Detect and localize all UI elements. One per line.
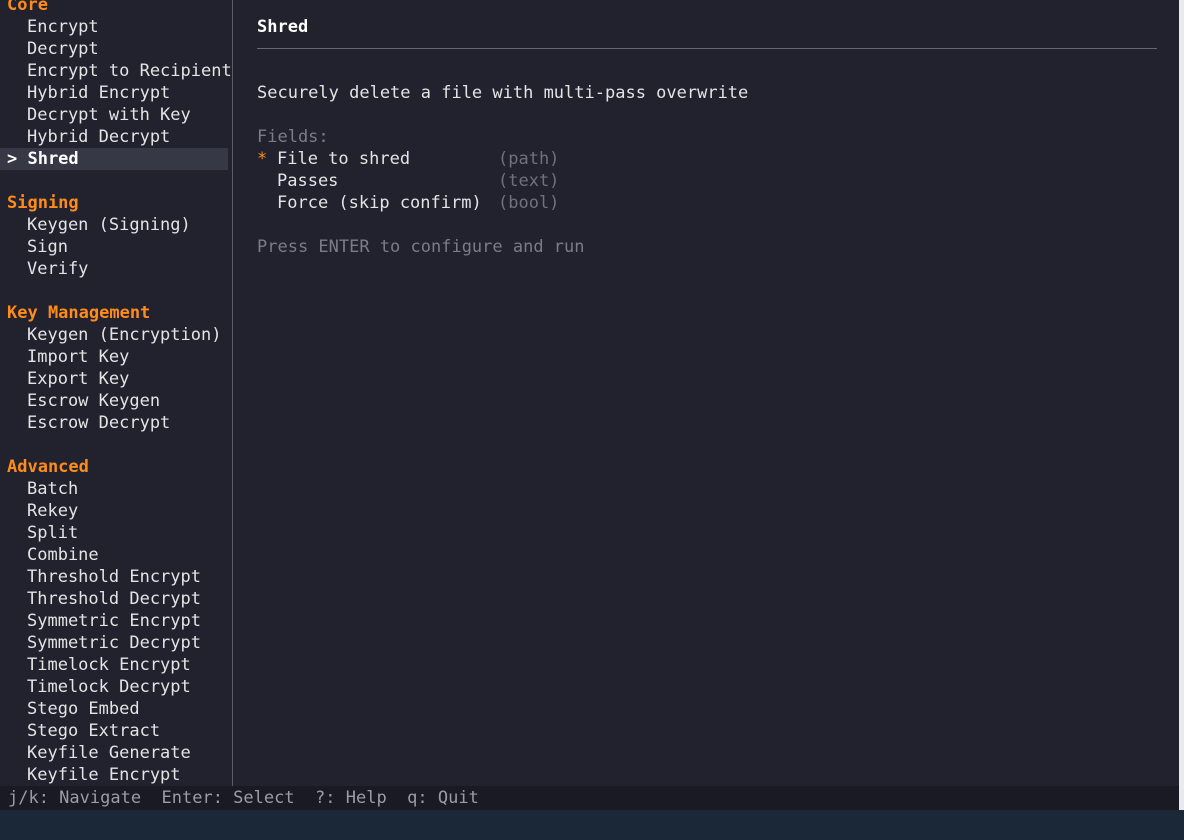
sidebar-item-escrow-decrypt[interactable]: Escrow Decrypt [0,412,228,434]
sidebar-item-hybrid-encrypt[interactable]: Hybrid Encrypt [0,82,228,104]
sidebar-item-import-key[interactable]: Import Key [0,346,228,368]
sidebar-item-batch[interactable]: Batch [0,478,228,500]
sidebar-category-key-management: Key Management [7,303,151,323]
sidebar-item-keyfile-encrypt[interactable]: Keyfile Encrypt [0,764,228,786]
sidebar-item-threshold-decrypt[interactable]: Threshold Decrypt [0,588,228,610]
detail-pane: Shred Securely delete a file with multi-… [257,16,1157,258]
sidebar-item-timelock-decrypt[interactable]: Timelock Decrypt [0,676,228,698]
sidebar-item-combine[interactable]: Combine [0,544,228,566]
sidebar-item-decrypt[interactable]: Decrypt [0,38,228,60]
sidebar-item-threshold-encrypt[interactable]: Threshold Encrypt [0,566,228,588]
terminal-window: Core Encrypt Decrypt Encrypt to Recipient Hy… [0,0,1179,810]
field-type: (path) [498,149,560,169]
sidebar-item-split[interactable]: Split [0,522,228,544]
required-marker [257,170,277,192]
sidebar-item-keygen-encryption[interactable]: Keygen (Encryption) [0,324,228,346]
sidebar-item-symmetric-decrypt[interactable]: Symmetric Decrypt [0,632,228,654]
sidebar-item-timelock-encrypt[interactable]: Timelock Encrypt [0,654,228,676]
detail-description: Securely delete a file with multi-pass o… [257,83,749,103]
sidebar-item-keyfile-generate[interactable]: Keyfile Generate [0,742,228,764]
field-list: * File to shred (path) Passes (text) Force (s… [257,148,1157,214]
sidebar-category-signing: Signing [7,193,79,213]
field-name: Passes [277,171,339,191]
title-rule [257,48,1157,49]
sidebar-category-core: Core [7,0,48,15]
operation-sidebar: Core Encrypt Decrypt Encrypt to Recipient Hy… [0,0,232,786]
sidebar-item-escrow-keygen[interactable]: Escrow Keygen [0,390,228,412]
window-edge [1179,0,1184,810]
required-marker: * [257,149,268,169]
sidebar-item-stego-extract[interactable]: Stego Extract [0,720,228,742]
sidebar-item-export-key[interactable]: Export Key [0,368,228,390]
run-hint: Press ENTER to configure and run [257,237,585,257]
sidebar-item-stego-embed[interactable]: Stego Embed [0,698,228,720]
required-marker [257,192,277,214]
sidebar-category-advanced: Advanced [7,457,89,477]
sidebar-item-encrypt-to-recipient[interactable]: Encrypt to Recipient [0,60,232,82]
sidebar-item-keygen-signing[interactable]: Keygen (Signing) [0,214,228,236]
sidebar-item-rekey[interactable]: Rekey [0,500,228,522]
status-bar: j/k: Navigate Enter: Select ?: Help q: Q… [0,786,1179,810]
sidebar-item-hybrid-decrypt[interactable]: Hybrid Decrypt [0,126,228,148]
field-name: File to shred [277,149,411,169]
field-row: Force (skip confirm) (bool) [257,192,1157,214]
field-row: * File to shred (path) [257,148,1157,170]
desktop-wallpaper [0,810,1184,840]
field-type: (text) [498,171,560,191]
sidebar-item-encrypt[interactable]: Encrypt [0,16,228,38]
fields-label: Fields: [257,127,329,147]
sidebar-item-verify[interactable]: Verify [0,258,228,280]
field-name: Force (skip confirm) [277,193,482,213]
pane-divider [232,0,233,786]
field-row: Passes (text) [257,170,1157,192]
sidebar-item-decrypt-with-key[interactable]: Decrypt with Key [0,104,228,126]
field-type: (bool) [498,193,560,213]
sidebar-item-symmetric-encrypt[interactable]: Symmetric Encrypt [0,610,228,632]
sidebar-item-shred[interactable]: > Shred [0,148,228,170]
sidebar-item-sign[interactable]: Sign [0,236,228,258]
detail-title: Shred [257,17,309,37]
